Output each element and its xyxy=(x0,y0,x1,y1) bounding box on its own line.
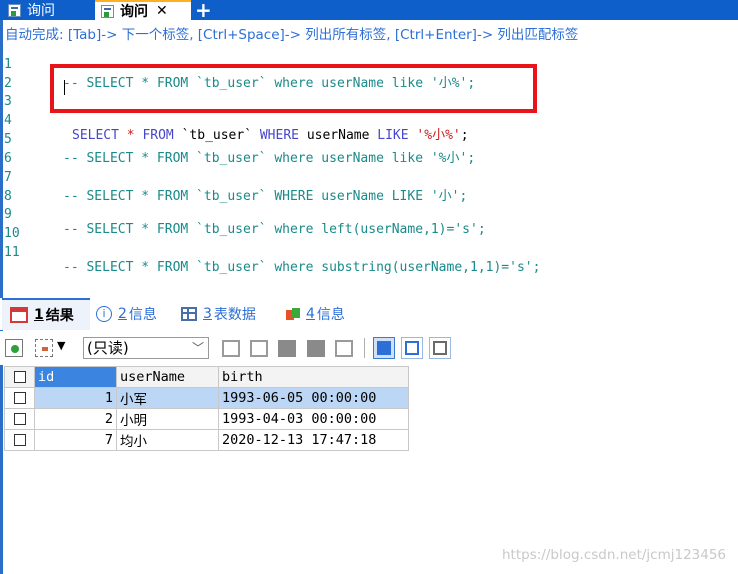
editor-line[interactable]: 1 -- SELECT * FROM `tb_user` where userN… xyxy=(0,42,738,91)
code-text: -- SELECT * FROM `tb_user` where substri… xyxy=(63,260,541,275)
editor-line[interactable]: 9 -- SELECT * FROM `tb_user` where left(… xyxy=(0,192,738,237)
row-checkbox-cell[interactable] xyxy=(4,429,35,451)
tab-number: 1 xyxy=(34,307,44,323)
table-row[interactable]: 1 小军 1993-06-05 00:00:00 xyxy=(4,387,409,409)
tab-query-2-active[interactable]: 询问 ✕ xyxy=(95,0,191,20)
form-view-icon xyxy=(405,341,419,355)
cell-username[interactable]: 均小 xyxy=(116,429,219,451)
watermark-text: https://blog.csdn.net/jcmj123456 xyxy=(502,547,727,563)
cell-birth[interactable]: 1993-06-05 00:00:00 xyxy=(218,387,409,409)
save-icon[interactable] xyxy=(278,340,296,357)
column-header-id[interactable]: id xyxy=(34,366,117,388)
tab-label: 信息 xyxy=(316,307,345,323)
tab-number: 2 xyxy=(118,306,127,322)
tab-query-1[interactable]: 询问 xyxy=(8,0,92,20)
tab-messages[interactable]: 4 信息 xyxy=(278,298,364,330)
cell-username[interactable]: 小军 xyxy=(116,387,219,409)
toolbar-separator xyxy=(364,338,365,358)
tab-table-data[interactable]: 3 表数据 xyxy=(173,298,273,330)
duplicate-row-icon[interactable] xyxy=(250,340,268,357)
editor-line[interactable]: 11 -- SELECT * FROM `tb_user` where subs… xyxy=(0,230,738,275)
select-all-cell[interactable] xyxy=(4,366,35,388)
tab-label: 表数据 xyxy=(213,307,256,323)
grid-view-button[interactable] xyxy=(373,337,395,359)
results-grid: id userName birth 1 小军 1993-06-05 00:00:… xyxy=(4,366,409,451)
message-icon xyxy=(286,308,300,320)
cell-birth[interactable]: 2020-12-13 17:47:18 xyxy=(218,429,409,451)
table-icon xyxy=(181,307,197,321)
column-header-username[interactable]: userName xyxy=(116,366,219,388)
query-icon xyxy=(8,3,21,17)
cell-id[interactable]: 2 xyxy=(34,408,117,430)
query-icon xyxy=(101,4,114,18)
editor-line[interactable]: 5 -- SELECT * FROM `tb_user` where userN… xyxy=(0,117,738,166)
text-view-icon xyxy=(433,341,447,355)
row-checkbox-cell[interactable] xyxy=(4,408,35,430)
grid-view-icon xyxy=(377,341,391,355)
line-number: 11 xyxy=(4,245,20,260)
tab-query-1-label: 询问 xyxy=(27,3,55,19)
tab-results[interactable]: 1 结果 xyxy=(2,298,90,330)
tab-number: 3 xyxy=(203,306,212,322)
editor-line[interactable]: 10 xyxy=(0,211,738,241)
select-all-checkbox[interactable] xyxy=(13,371,26,383)
tab-label: 信息 xyxy=(128,307,157,323)
chevron-down-icon[interactable]: ▼ xyxy=(57,339,65,352)
red-highlight-box xyxy=(50,64,537,113)
query-tab-bar: 询问 询问 ✕ + xyxy=(0,0,738,22)
cell-username[interactable]: 小明 xyxy=(116,408,219,430)
editor-line[interactable]: 8 xyxy=(0,174,738,204)
text-view-button[interactable] xyxy=(429,337,451,359)
row-checkbox[interactable] xyxy=(13,413,26,425)
column-header-birth[interactable]: birth xyxy=(218,366,409,388)
cell-id[interactable]: 7 xyxy=(34,429,117,451)
cancel-changes-icon[interactable] xyxy=(335,340,353,357)
editor-line[interactable]: 7 -- SELECT * FROM `tb_user` WHERE userN… xyxy=(0,155,738,204)
edit-mode-value: (只读) xyxy=(87,339,129,357)
close-icon[interactable]: ✕ xyxy=(156,3,168,19)
new-tab-button[interactable]: + xyxy=(195,0,212,22)
edit-mode-select[interactable]: (只读) ﹀ xyxy=(83,337,209,359)
copy-rows-icon[interactable] xyxy=(35,339,53,357)
results-toolbar: ▼ (只读) ﹀ xyxy=(0,331,738,365)
cell-birth[interactable]: 1993-04-03 00:00:00 xyxy=(218,408,409,430)
delete-icon[interactable] xyxy=(307,340,325,357)
tab-number: 4 xyxy=(306,306,315,322)
chevron-down-icon: ﹀ xyxy=(191,341,204,355)
grid-header-row: id userName birth xyxy=(4,366,409,388)
tab-query-2-label: 询问 xyxy=(120,4,148,20)
info-icon: i xyxy=(96,306,112,322)
row-checkbox-cell[interactable] xyxy=(4,387,35,409)
export-icon[interactable] xyxy=(5,339,23,357)
row-checkbox[interactable] xyxy=(13,434,26,446)
tab-label: 结果 xyxy=(45,308,74,324)
tab-info[interactable]: i 2 信息 xyxy=(88,298,174,330)
grid-icon xyxy=(10,307,28,323)
row-checkbox[interactable] xyxy=(13,392,26,404)
add-row-icon[interactable] xyxy=(222,340,240,357)
cell-id[interactable]: 1 xyxy=(34,387,117,409)
table-row[interactable]: 2 小明 1993-04-03 00:00:00 xyxy=(4,408,409,430)
result-tab-bar: 1 结果 i 2 信息 3 表数据 4 信息 xyxy=(0,298,738,330)
editor-line[interactable]: 6 xyxy=(0,136,738,166)
form-view-button[interactable] xyxy=(401,337,423,359)
table-row[interactable]: 7 均小 2020-12-13 17:47:18 xyxy=(4,429,409,451)
